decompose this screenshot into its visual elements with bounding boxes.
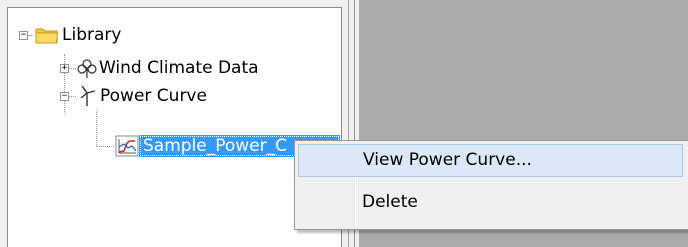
- tree-node-wind-climate-data[interactable]: Wind Climate Data: [99, 57, 259, 79]
- tree-line: [28, 35, 34, 36]
- library-collapse-toggle[interactable]: −: [19, 31, 28, 40]
- tree-line: [96, 110, 97, 147]
- tree-line: [96, 146, 114, 147]
- menu-item-delete[interactable]: Delete: [298, 186, 683, 219]
- wind-climate-icon: [77, 57, 97, 79]
- power-curve-collapse-toggle[interactable]: −: [60, 92, 69, 101]
- wind-climate-expand-toggle[interactable]: +: [60, 64, 69, 73]
- tree-node-library[interactable]: Library: [62, 24, 121, 46]
- menu-item-view-power-curve[interactable]: View Power Curve...: [298, 144, 683, 177]
- context-menu: View Power Curve... Delete: [294, 140, 688, 230]
- turbine-icon: [78, 85, 98, 107]
- tree-line: [68, 68, 76, 69]
- tree-node-power-curve[interactable]: Power Curve: [100, 85, 207, 107]
- chart-icon: [115, 135, 139, 157]
- tree-line: [68, 96, 76, 97]
- folder-icon: [35, 25, 59, 45]
- library-tree[interactable]: − Library + Wind Climate Data − Power Cu…: [7, 7, 342, 247]
